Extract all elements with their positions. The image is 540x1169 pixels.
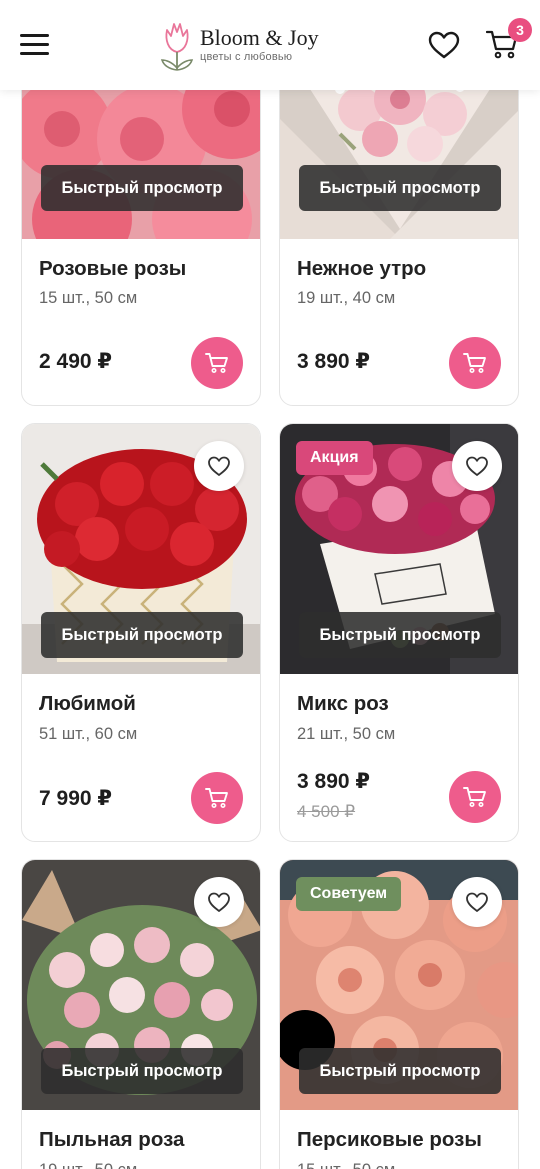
- logo-title: Bloom & Joy: [200, 25, 319, 50]
- product-name[interactable]: Нежное утро: [297, 257, 426, 281]
- product-card[interactable]: Быстрый просмотр Розовые розы 15 шт., 50…: [21, 60, 261, 406]
- cart-icon: [205, 353, 228, 373]
- product-price: 3 890 ₽: [297, 770, 370, 793]
- product-photo[interactable]: Акция Быстрый просмотр: [280, 424, 518, 674]
- product-photo[interactable]: Советуем Быстрый просмотр: [280, 860, 518, 1110]
- product-name[interactable]: Микс роз: [297, 692, 389, 716]
- logo[interactable]: Bloom & Joy цветы с любовью: [160, 18, 319, 72]
- product-card[interactable]: Быстрый просмотр Пыльная роза 19 шт., 50…: [21, 859, 261, 1169]
- heart-icon: [466, 892, 488, 912]
- product-photo[interactable]: Быстрый просмотр: [22, 424, 260, 674]
- quick-view-button[interactable]: Быстрый просмотр: [299, 1048, 501, 1094]
- tulip-logo-icon: [160, 23, 194, 71]
- favorite-button[interactable]: [452, 877, 502, 927]
- product-details: 21 шт., 50 см: [297, 725, 396, 743]
- product-photo[interactable]: Быстрый просмотр: [22, 860, 260, 1110]
- product-price: 7 990 ₽: [39, 787, 112, 810]
- product-card[interactable]: Акция Быстрый просмотр Микс роз 21 шт., …: [279, 423, 519, 842]
- cart-icon: [205, 788, 228, 808]
- cart-icon: [463, 787, 486, 807]
- logo-subtitle: цветы с любовью: [200, 51, 293, 63]
- product-details: 19 шт., 40 см: [297, 289, 396, 307]
- add-to-cart-button[interactable]: [191, 772, 243, 824]
- favorites-heart-icon[interactable]: [428, 31, 460, 59]
- product-details: 15 шт., 50 см: [297, 1161, 395, 1169]
- product-name[interactable]: Пыльная роза: [39, 1128, 184, 1152]
- quick-view-button[interactable]: Быстрый просмотр: [41, 612, 243, 658]
- product-name[interactable]: Любимой: [39, 692, 136, 716]
- quick-view-button[interactable]: Быстрый просмотр: [299, 165, 501, 211]
- heart-icon: [208, 456, 230, 476]
- quick-view-button[interactable]: Быстрый просмотр: [41, 1048, 243, 1094]
- product-card[interactable]: Быстрый просмотр Любимой 51 шт., 60 см 7…: [21, 423, 261, 842]
- product-old-price: 4 500 ₽: [297, 802, 356, 821]
- add-to-cart-button[interactable]: [191, 337, 243, 389]
- quick-view-button[interactable]: Быстрый просмотр: [41, 165, 243, 211]
- cart-icon: [463, 353, 486, 373]
- hamburger-menu-icon[interactable]: [20, 33, 49, 57]
- product-name[interactable]: Персиковые розы: [297, 1128, 482, 1152]
- add-to-cart-button[interactable]: [449, 337, 501, 389]
- product-price: 3 890 ₽: [297, 350, 370, 373]
- product-card[interactable]: Быстрый просмотр Нежное утро 19 шт., 40 …: [279, 60, 519, 406]
- add-to-cart-button[interactable]: [449, 771, 501, 823]
- sale-badge: Акция: [296, 441, 373, 475]
- site-header: Bloom & Joy цветы с любовью 3: [0, 0, 540, 90]
- favorite-button[interactable]: [194, 877, 244, 927]
- cart-count-badge: 3: [508, 18, 532, 42]
- product-details: 15 шт., 50 см: [39, 289, 138, 307]
- favorite-button[interactable]: [194, 441, 244, 491]
- heart-icon: [208, 892, 230, 912]
- favorite-button[interactable]: [452, 441, 502, 491]
- recommended-badge: Советуем: [296, 877, 402, 911]
- quick-view-button[interactable]: Быстрый просмотр: [299, 612, 501, 658]
- product-name[interactable]: Розовые розы: [39, 257, 186, 281]
- product-details: 19 шт., 50 см: [39, 1161, 137, 1169]
- heart-icon: [466, 456, 488, 476]
- product-price: 2 490 ₽: [39, 350, 112, 373]
- product-card[interactable]: Советуем Быстрый просмотр Персиковые роз…: [279, 859, 519, 1169]
- product-details: 51 шт., 60 см: [39, 725, 138, 743]
